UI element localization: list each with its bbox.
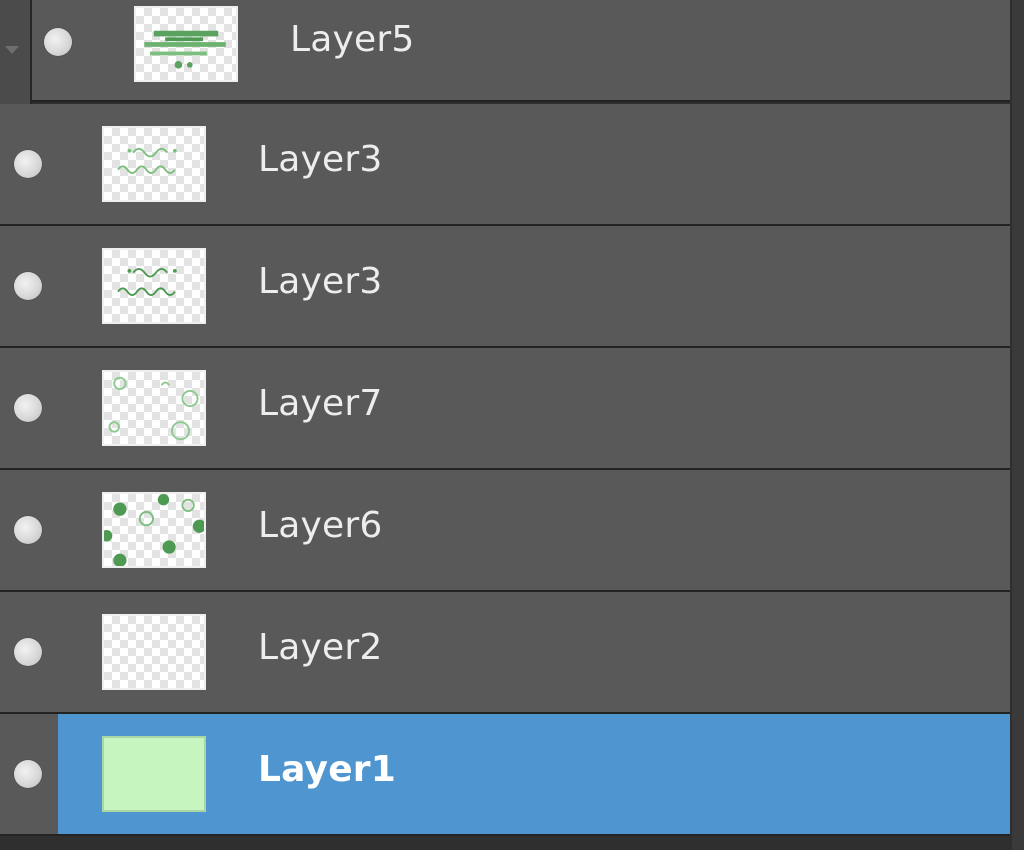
visibility-toggle-icon[interactable] — [14, 760, 42, 788]
layer-thumbnail — [102, 248, 206, 324]
layer-row[interactable]: Layer7 — [0, 348, 1010, 470]
green-dots-thumbnail — [104, 494, 204, 566]
layer-name[interactable]: Layer6 — [258, 506, 382, 546]
visibility-toggle-icon[interactable] — [14, 394, 42, 422]
layer-row[interactable]: Layer6 — [0, 470, 1010, 592]
layer-name[interactable]: Layer3 — [258, 140, 382, 180]
green-swirls-thumbnail — [108, 376, 199, 441]
group-indent[interactable] — [0, 0, 32, 104]
layers-panel: Layer5 Layer3 Layer3 Layer7 Layer6 Layer… — [0, 0, 1024, 850]
layer-row-selected[interactable]: Layer1 — [0, 714, 1010, 836]
layer-thumbnail — [102, 614, 206, 690]
visibility-toggle-icon[interactable] — [14, 272, 42, 300]
layer-row[interactable]: Layer5 — [32, 0, 1010, 102]
visibility-toggle-icon[interactable] — [14, 638, 42, 666]
layer-name[interactable]: Layer1 — [258, 750, 396, 790]
layer-name[interactable]: Layer3 — [258, 262, 382, 302]
layer-row[interactable]: Layer3 — [0, 104, 1010, 226]
layer-thumbnail — [102, 736, 206, 812]
layer-row[interactable]: Layer3 — [0, 226, 1010, 348]
layer-thumbnail — [102, 492, 206, 568]
visibility-toggle-icon[interactable] — [14, 516, 42, 544]
layer-row[interactable]: Layer2 — [0, 592, 1010, 714]
layer-name[interactable]: Layer2 — [258, 628, 382, 668]
layer-thumbnail — [102, 370, 206, 446]
scrollbar[interactable] — [1012, 0, 1024, 850]
layer-name[interactable]: Layer5 — [290, 20, 414, 60]
green-handwriting-thumbnail — [117, 268, 177, 296]
green-handwriting-thumbnail — [117, 147, 177, 174]
layer-name[interactable]: Layer7 — [258, 384, 382, 424]
layer-thumbnail — [134, 6, 238, 82]
green-stripes-thumbnail — [144, 30, 226, 69]
chevron-down-icon[interactable] — [5, 46, 19, 54]
visibility-toggle-icon[interactable] — [14, 150, 42, 178]
visibility-toggle-icon[interactable] — [44, 28, 72, 56]
layer-thumbnail — [102, 126, 206, 202]
